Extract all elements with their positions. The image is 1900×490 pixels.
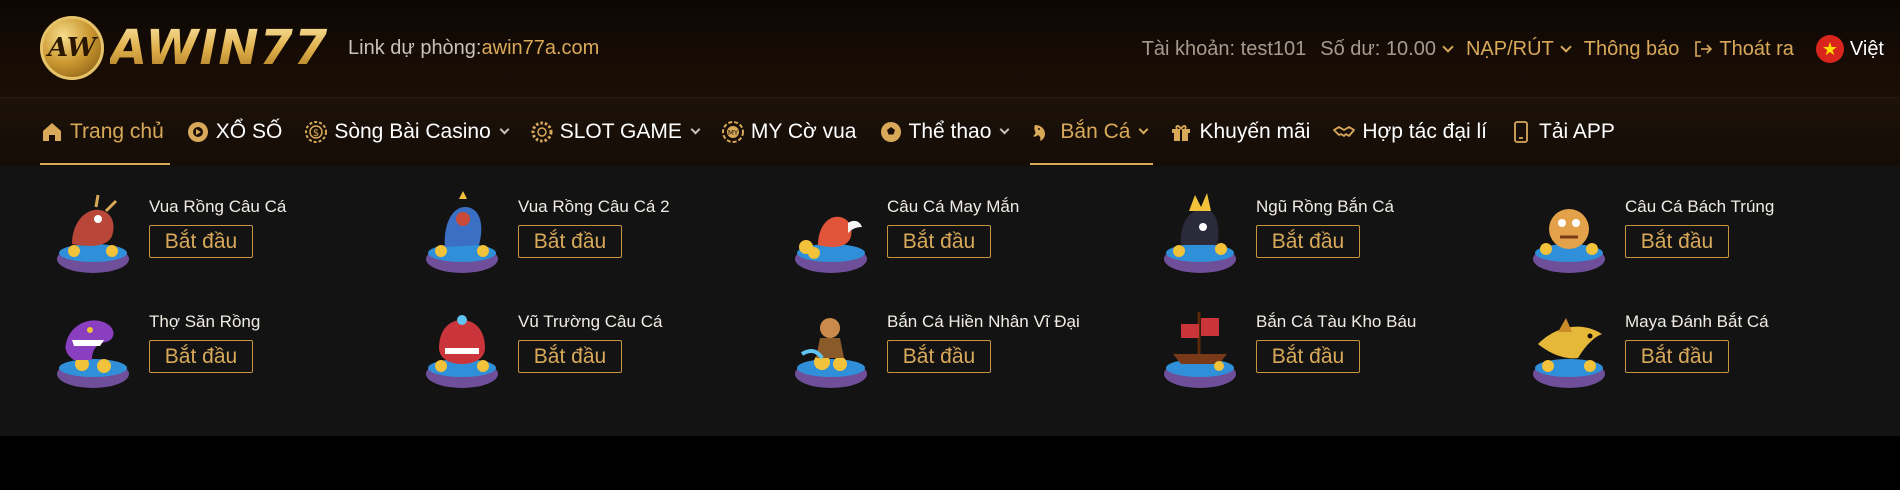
start-button[interactable]: Bắt đầu xyxy=(887,340,991,373)
nav-item-fishing[interactable]: Bắn Cá xyxy=(1030,98,1154,166)
game-title: Bắn Cá Hiền Nhân Vĩ Đại xyxy=(887,312,1080,331)
chevron-down-icon xyxy=(690,124,701,135)
backup-link-url[interactable]: awin77a.com xyxy=(482,37,600,59)
game-card: Bắn Cá Hiền Nhân Vĩ Đại Bắt đầu xyxy=(790,304,1159,419)
chess-icon: MY xyxy=(721,120,745,144)
game-title: Vua Rồng Câu Cá xyxy=(149,197,287,216)
start-button[interactable]: Bắt đầu xyxy=(1625,340,1729,373)
language-selector[interactable]: ★ Việt xyxy=(1815,35,1884,63)
game-card: Vua Rồng Câu Cá Bắt đầu xyxy=(52,189,421,304)
game-thumbnail[interactable] xyxy=(1528,304,1610,392)
nav-item-casino[interactable]: $ Sòng Bài Casino xyxy=(304,98,510,166)
logout-button[interactable]: Thoát ra xyxy=(1693,38,1794,61)
gift-icon xyxy=(1169,120,1193,144)
game-title: Maya Đánh Bắt Cá xyxy=(1625,312,1769,331)
start-button[interactable]: Bắt đầu xyxy=(1256,340,1360,373)
nav-item-download-app[interactable]: Tải APP xyxy=(1509,98,1615,166)
handshake-icon xyxy=(1332,120,1356,144)
game-title: Câu Cá Bách Trúng xyxy=(1625,197,1775,216)
notifications-link[interactable]: Thông báo xyxy=(1584,38,1680,61)
nav-item-lottery[interactable]: XỔ SỐ xyxy=(186,98,282,166)
start-button[interactable]: Bắt đầu xyxy=(149,340,253,373)
game-thumbnail[interactable] xyxy=(1159,304,1241,392)
nav-item-chess[interactable]: MY MY Cờ vua xyxy=(721,98,857,166)
game-thumbnail[interactable] xyxy=(421,189,503,277)
lottery-icon xyxy=(186,120,210,144)
chevron-down-icon xyxy=(499,124,510,135)
game-card: Thợ Săn Rồng Bắt đầu xyxy=(52,304,421,419)
game-title: Vũ Trường Câu Cá xyxy=(518,312,663,331)
language-label: Việt xyxy=(1849,37,1884,60)
backup-link: Link dự phòng:awin77a.com xyxy=(348,37,599,60)
chevron-down-icon xyxy=(999,124,1010,135)
game-title: Bắn Cá Tàu Kho Báu xyxy=(1256,312,1417,331)
start-button[interactable]: Bắt đầu xyxy=(518,340,622,373)
start-button[interactable]: Bắt đầu xyxy=(887,225,991,258)
game-thumbnail[interactable] xyxy=(1528,189,1610,277)
logout-icon xyxy=(1695,41,1713,57)
start-button[interactable]: Bắt đầu xyxy=(1256,225,1360,258)
game-card: Câu Cá Bách Trúng Bắt đầu xyxy=(1528,189,1897,304)
start-button[interactable]: Bắt đầu xyxy=(518,225,622,258)
game-title: Câu Cá May Mắn xyxy=(887,197,1020,216)
backup-link-label: Link dự phòng: xyxy=(348,37,482,59)
main-nav: Trang chủ XỔ SỐ $ Sòng Bài Casino SLOT G… xyxy=(0,98,1900,166)
account-area: Tài khoản: test101 Số dư: 10.00 NẠP/RÚT … xyxy=(1128,35,1884,63)
nav-item-slot-game[interactable]: SLOT GAME xyxy=(530,98,701,166)
nav-list: Trang chủ XỔ SỐ $ Sòng Bài Casino SLOT G… xyxy=(40,98,1637,166)
nav-item-promotions[interactable]: Khuyến mãi xyxy=(1169,98,1310,166)
svg-text:$: $ xyxy=(313,128,319,139)
fish-icon xyxy=(1030,120,1054,144)
game-thumbnail[interactable] xyxy=(52,304,134,392)
fishing-games-panel: Vua Rồng Câu Cá Bắt đầu Vua Rồng Câu Cá … xyxy=(0,166,1900,436)
start-button[interactable]: Bắt đầu xyxy=(1625,225,1729,258)
top-bar: AW AWIN77 Link dự phòng:awin77a.com Tài … xyxy=(0,0,1900,98)
game-thumbnail[interactable] xyxy=(421,304,503,392)
balance-dropdown[interactable]: Số dư: 10.00 xyxy=(1320,38,1454,61)
game-card: Bắn Cá Tàu Kho Báu Bắt đầu xyxy=(1159,304,1528,419)
game-thumbnail[interactable] xyxy=(52,189,134,277)
svg-text:MY: MY xyxy=(728,129,739,137)
account-name: Tài khoản: test101 xyxy=(1141,37,1307,60)
phone-icon xyxy=(1509,120,1533,144)
game-thumbnail[interactable] xyxy=(1159,189,1241,277)
soccer-ball-icon xyxy=(879,120,903,144)
game-title: Ngũ Rồng Bắn Cá xyxy=(1256,197,1394,216)
game-card: Vua Rồng Câu Cá 2 Bắt đầu xyxy=(421,189,790,304)
game-title: Thợ Săn Rồng xyxy=(149,312,261,331)
nav-item-home[interactable]: Trang chủ xyxy=(40,98,170,166)
games-grid: Vua Rồng Câu Cá Bắt đầu Vua Rồng Câu Cá … xyxy=(52,189,1897,419)
chevron-down-icon xyxy=(1442,40,1454,53)
start-button[interactable]: Bắt đầu xyxy=(149,225,253,258)
logo-badge: AW xyxy=(40,16,104,80)
game-card: Ngũ Rồng Bắn Cá Bắt đầu xyxy=(1159,189,1528,304)
slot-gear-icon xyxy=(530,120,554,144)
game-card: Câu Cá May Mắn Bắt đầu xyxy=(790,189,1159,304)
site-logo[interactable]: AW AWIN77 xyxy=(40,15,328,81)
nav-item-agency[interactable]: Hợp tác đại lí xyxy=(1332,98,1487,166)
chevron-down-icon xyxy=(1139,124,1149,135)
casino-chip-icon: $ xyxy=(304,120,328,144)
game-title: Vua Rồng Câu Cá 2 xyxy=(518,197,670,216)
game-card: Maya Đánh Bắt Cá Bắt đầu xyxy=(1528,304,1897,419)
chevron-down-icon xyxy=(1560,40,1572,53)
game-thumbnail[interactable] xyxy=(790,304,872,392)
nav-item-sports[interactable]: Thể thao xyxy=(879,98,1010,166)
deposit-withdraw-dropdown[interactable]: NẠP/RÚT xyxy=(1466,38,1572,61)
game-thumbnail[interactable] xyxy=(790,189,872,277)
home-icon xyxy=(40,120,64,144)
logo-text: AWIN77 xyxy=(110,20,329,76)
vietnam-flag-icon: ★ xyxy=(1815,35,1844,63)
game-card: Vũ Trường Câu Cá Bắt đầu xyxy=(421,304,790,419)
